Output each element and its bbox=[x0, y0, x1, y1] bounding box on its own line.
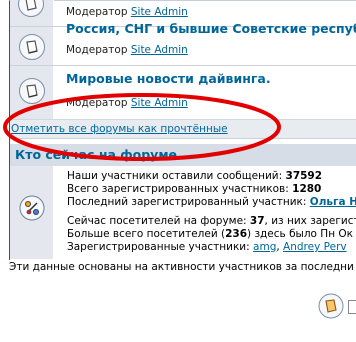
forum-folder-icon bbox=[19, 78, 45, 104]
cutoff-icon bbox=[348, 300, 356, 314]
forum-title-link[interactable]: Мировые новости дайвинга. bbox=[66, 71, 271, 86]
forum-title-link[interactable]: Россия, СНГ и бывшие Советские республ bbox=[66, 21, 356, 36]
mark-all-read-link[interactable]: Отметить все форумы как прочтённые bbox=[11, 123, 228, 135]
moderator-link[interactable]: Site Admin bbox=[131, 44, 188, 56]
activity-footnote: Эти данные основаны на активности участн… bbox=[9, 261, 354, 273]
mark-read-bar: Отметить все форумы как прочтённые bbox=[10, 119, 356, 139]
forum-row-icon-cell bbox=[10, 27, 54, 66]
online-user-link[interactable]: Andrey Perv bbox=[283, 241, 347, 253]
forum-moderator: Модератор Site Admin bbox=[66, 6, 188, 18]
whos-online-icon bbox=[19, 195, 45, 221]
legend-folder-icon bbox=[318, 293, 344, 319]
online-user-link[interactable]: amg bbox=[253, 241, 276, 253]
whos-online-header: Кто сейчас на форуме bbox=[10, 143, 356, 166]
moderator-link[interactable]: Site Admin bbox=[131, 97, 188, 109]
stats-icon-cell bbox=[10, 166, 54, 259]
newest-user-link[interactable]: Ольга Н bbox=[310, 196, 356, 208]
forum-folder-icon bbox=[18, 0, 44, 17]
forum-list-table: Модератор Site Admin Россия, СНГ и бывши… bbox=[9, 0, 356, 260]
forum-folder-icon bbox=[19, 34, 45, 60]
registered-online-line: Зарегистрированные участники: amg, Andre… bbox=[67, 241, 347, 253]
total-posts-line: Наши участники оставили сообщений: 37592 bbox=[67, 170, 323, 182]
forum-moderator: Модератор Site Admin bbox=[66, 44, 188, 56]
total-users-line: Всего зарегистрированных участников: 128… bbox=[67, 183, 322, 195]
forum-moderator: Модератор Site Admin bbox=[66, 97, 188, 109]
newest-user-line: Последний зарегистрированный участник: О… bbox=[67, 196, 356, 208]
forum-row-icon-cell bbox=[10, 0, 54, 26]
whos-online-title[interactable]: Кто сейчас на форуме bbox=[15, 147, 177, 162]
moderator-link[interactable]: Site Admin bbox=[131, 6, 188, 18]
online-now-line: Сейчас посетителей на форуме: 37, из них… bbox=[67, 215, 356, 227]
forum-row-icon-cell bbox=[10, 66, 54, 119]
record-online-line: Больше всего посетителей (236) здесь был… bbox=[67, 228, 354, 240]
